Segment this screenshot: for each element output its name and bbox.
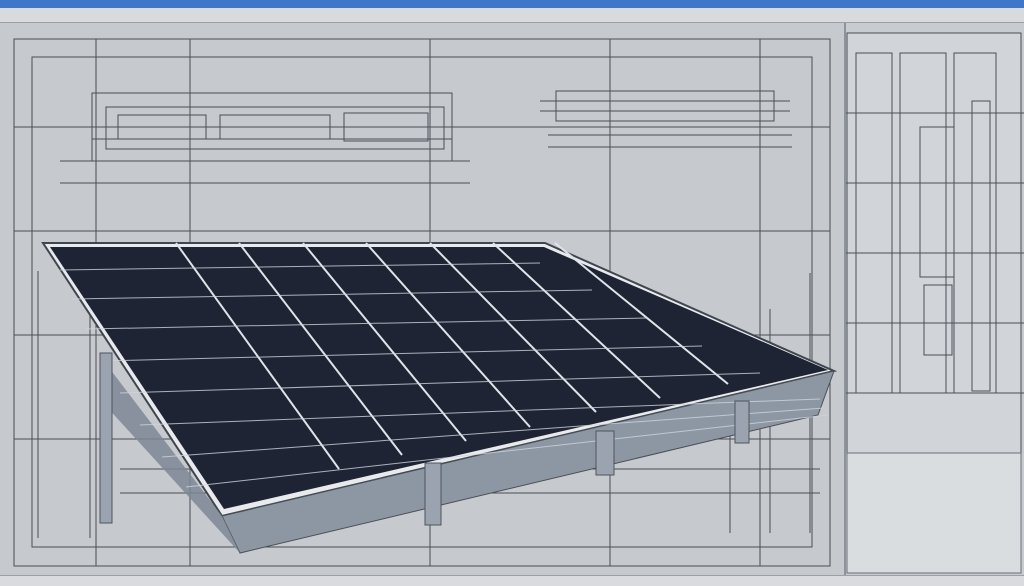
statusbar xyxy=(0,575,1024,586)
toolbar xyxy=(0,8,1024,23)
window-titlebar[interactable] xyxy=(0,0,1024,8)
solar-panel-model xyxy=(41,242,838,554)
floorplan-preview xyxy=(846,23,1024,575)
drawing-canvas[interactable] xyxy=(0,23,846,575)
cad-window xyxy=(0,0,1024,586)
side-panel-floorplan[interactable] xyxy=(846,23,1024,575)
blueprint-drawing xyxy=(13,38,838,567)
